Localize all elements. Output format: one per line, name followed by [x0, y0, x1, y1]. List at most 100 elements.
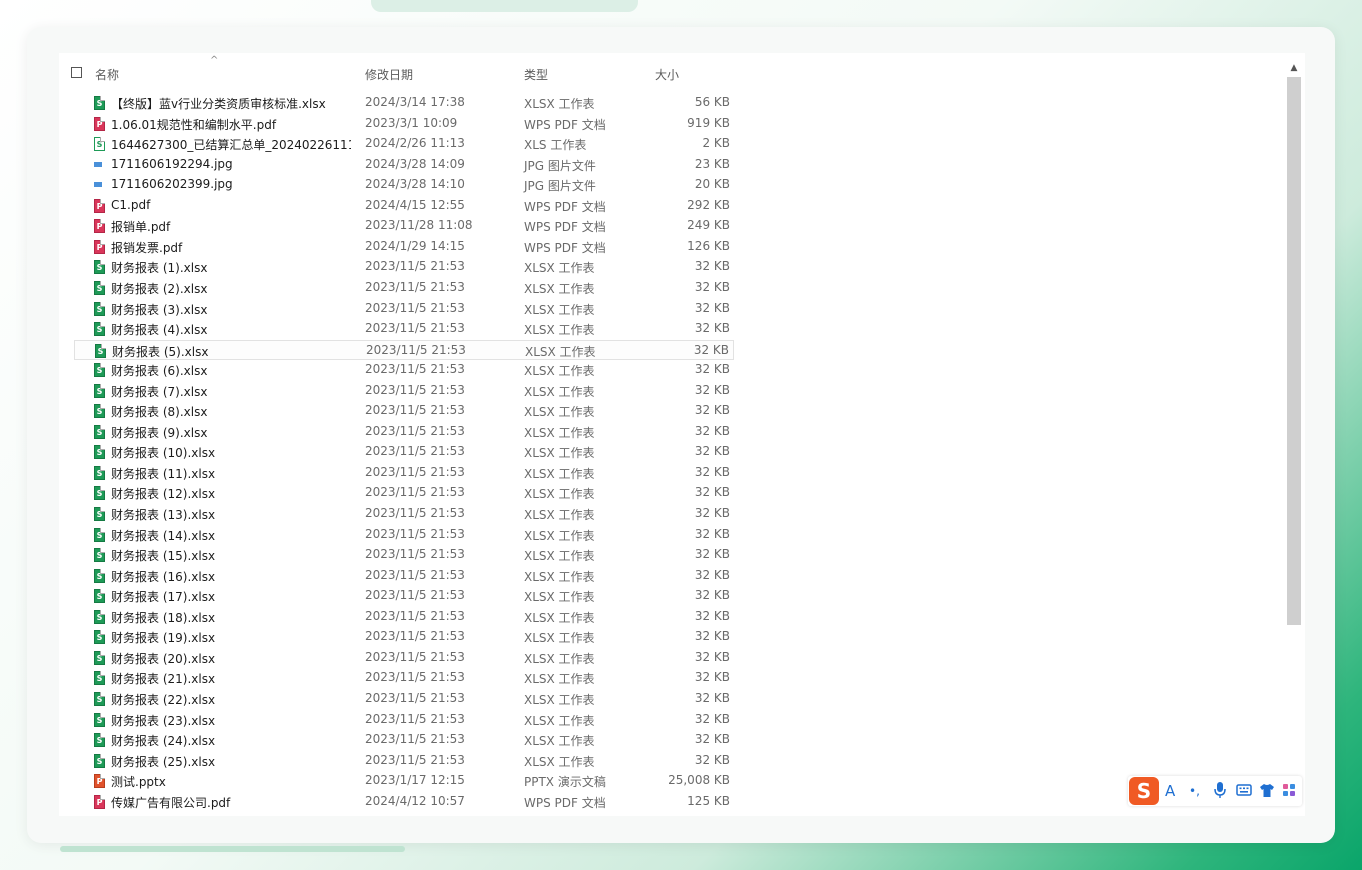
- file-row[interactable]: P C1.pdf 2024/4/15 12:55 WPS PDF 文档 292 KB: [74, 196, 734, 216]
- file-row[interactable]: 1711606202399.jpg 2024/3/28 14:10 JPG 图片文件…: [74, 175, 734, 195]
- microphone-icon[interactable]: [1214, 781, 1226, 804]
- file-name: 财务报表 (2).xlsx: [111, 281, 208, 296]
- file-date: 2023/11/5 21:53: [365, 732, 465, 747]
- file-size: 32 KB: [694, 732, 730, 747]
- column-header-size[interactable]: 大小: [655, 66, 679, 83]
- file-size: 32 KB: [694, 752, 730, 767]
- file-row[interactable]: S 财务报表 (16).xlsx 2023/11/5 21:53 XLSX 工作表 32…: [74, 566, 734, 586]
- column-header-type[interactable]: 类型: [524, 66, 548, 83]
- char-mode-toggle[interactable]: A: [1165, 781, 1175, 801]
- file-type: WPS PDF 文档: [524, 240, 606, 255]
- file-name: 财务报表 (24).xlsx: [111, 734, 216, 749]
- file-row[interactable]: S 财务报表 (22).xlsx 2023/11/5 21:53 XLSX 工作表 32…: [74, 689, 734, 709]
- file-size: 32 KB: [694, 485, 730, 500]
- file-row[interactable]: S 财务报表 (8).xlsx 2023/11/5 21:53 XLSX 工作表 32 …: [74, 401, 734, 421]
- file-icon-glyph: S: [96, 653, 103, 663]
- file-row[interactable]: S 财务报表 (4).xlsx 2023/11/5 21:53 XLSX 工作表 32 …: [74, 319, 734, 339]
- file-date: 2023/11/5 21:53: [365, 259, 465, 274]
- file-row[interactable]: S 财务报表 (2).xlsx 2023/11/5 21:53 XLSX 工作表 32 …: [74, 278, 734, 298]
- select-all-checkbox[interactable]: [71, 67, 82, 78]
- file-name: 财务报表 (3).xlsx: [111, 302, 208, 317]
- scrollbar-thumb[interactable]: [1287, 77, 1301, 625]
- file-size: 32 KB: [694, 567, 730, 582]
- punctuation-toggle[interactable]: •,: [1189, 781, 1200, 801]
- file-date: 2023/11/5 21:53: [365, 588, 465, 603]
- file-row[interactable]: S 财务报表 (25).xlsx 2023/11/5 21:53 XLSX 工作表 32…: [74, 751, 734, 771]
- file-row[interactable]: S 财务报表 (23).xlsx 2023/11/5 21:53 XLSX 工作表 32…: [74, 710, 734, 730]
- scroll-up-arrow-icon[interactable]: ▲: [1288, 61, 1300, 75]
- file-icon-glyph: S: [96, 283, 103, 293]
- file-size: 56 KB: [694, 95, 730, 109]
- file-row[interactable]: S 1644627300_已结算汇总单_20240226111... 2024/2/…: [74, 134, 734, 154]
- file-size: 32 KB: [694, 506, 730, 520]
- file-row[interactable]: S 财务报表 (7).xlsx 2023/11/5 21:53 XLSX 工作表 32 …: [74, 381, 734, 401]
- file-row[interactable]: S 财务报表 (10).xlsx 2023/11/5 21:53 XLSX 工作表 32…: [74, 442, 734, 462]
- grid-apps-icon[interactable]: [1282, 781, 1296, 804]
- file-row[interactable]: P 报销发票.pdf 2024/1/29 14:15 WPS PDF 文档 126 KB: [74, 237, 734, 257]
- file-size: 32 KB: [694, 464, 730, 479]
- file-row[interactable]: P 传媒广告有限公司.pdf 2024/4/12 10:57 WPS PDF 文档 12…: [74, 792, 734, 812]
- file-row[interactable]: S 财务报表 (11).xlsx 2023/11/5 21:53 XLSX 工作表 32…: [74, 463, 734, 483]
- file-name: 财务报表 (23).xlsx: [111, 713, 216, 728]
- xlsx-file-icon: S: [94, 404, 105, 419]
- file-row[interactable]: S 财务报表 (1).xlsx 2023/11/5 21:53 XLSX 工作表 32 …: [74, 257, 734, 277]
- file-row[interactable]: S 财务报表 (5).xlsx 2023/11/5 21:53 XLSX 工作表 32 …: [74, 339, 734, 360]
- file-date: 2023/11/5 21:53: [366, 342, 466, 357]
- xlsx-file-icon: S: [94, 465, 105, 480]
- file-icon-glyph: S: [96, 489, 103, 499]
- file-type: XLSX 工作表: [524, 97, 595, 111]
- file-size: 32 KB: [694, 608, 730, 623]
- file-size: 2 KB: [702, 136, 730, 151]
- file-row[interactable]: S 财务报表 (3).xlsx 2023/11/5 21:53 XLSX 工作表 32 …: [74, 299, 734, 319]
- file-date: 2023/11/5 21:53: [365, 752, 465, 767]
- file-type: JPG 图片文件: [524, 179, 596, 194]
- file-type: XLSX 工作表: [524, 734, 595, 749]
- file-date: 2023/11/5 21:53: [365, 403, 465, 418]
- file-type: XLSX 工作表: [524, 651, 595, 666]
- file-name: 财务报表 (10).xlsx: [111, 446, 216, 461]
- file-icon-glyph: S: [96, 612, 103, 622]
- file-row[interactable]: S 财务报表 (21).xlsx 2023/11/5 21:53 XLSX 工作表 32…: [74, 668, 734, 688]
- file-row[interactable]: S 财务报表 (13).xlsx 2023/11/5 21:53 XLSX 工作表 32…: [74, 504, 734, 524]
- keyboard-icon[interactable]: [1236, 781, 1252, 804]
- sogou-logo-icon[interactable]: S: [1129, 777, 1159, 805]
- file-name: 【终版】蓝v行业分类资质审核标准.xlsx: [111, 97, 326, 111]
- tshirt-icon[interactable]: [1259, 781, 1275, 804]
- xlsx-file-icon: S: [94, 630, 105, 645]
- file-name: 财务报表 (22).xlsx: [111, 692, 216, 707]
- column-header-date[interactable]: 修改日期: [365, 66, 413, 83]
- xlsx-file-icon: S: [94, 671, 105, 686]
- file-row[interactable]: S 财务报表 (14).xlsx 2023/11/5 21:53 XLSX 工作表 32…: [74, 525, 734, 545]
- file-row[interactable]: S 财务报表 (17).xlsx 2023/11/5 21:53 XLSX 工作表 32…: [74, 586, 734, 606]
- file-row[interactable]: S 财务报表 (19).xlsx 2023/11/5 21:53 XLSX 工作表 32…: [74, 627, 734, 647]
- file-row[interactable]: S 财务报表 (24).xlsx 2023/11/5 21:53 XLSX 工作表 32…: [74, 730, 734, 750]
- vertical-scrollbar[interactable]: ▲: [1286, 61, 1301, 816]
- file-row[interactable]: P 测试.pptx 2023/1/17 12:15 PPTX 演示文稿 25,008 K…: [74, 771, 734, 791]
- file-list-pane: 名称 ^ 修改日期 类型 大小 S 【终版】蓝v行业分类资质审核标准.xlsx 20…: [59, 53, 1305, 816]
- file-date: 2024/2/26 11:13: [365, 136, 465, 151]
- file-row[interactable]: 1711606192294.jpg 2024/3/28 14:09 JPG 图片文件…: [74, 155, 734, 175]
- file-row[interactable]: S 【终版】蓝v行业分类资质审核标准.xlsx 2024/3/14 17:38 XLS…: [74, 93, 734, 113]
- file-name: 财务报表 (8).xlsx: [111, 405, 208, 420]
- file-date: 2023/11/5 21:53: [365, 279, 465, 294]
- file-size: 32 KB: [694, 382, 730, 397]
- file-size: 32 KB: [694, 547, 730, 562]
- file-name: 测试.pptx: [111, 775, 166, 790]
- file-row[interactable]: P 1.06.01规范性和编制水平.pdf 2023/3/1 10:09 WPS PD…: [74, 114, 734, 134]
- file-size: 25,008 KB: [668, 773, 730, 788]
- file-size: 126 KB: [687, 238, 730, 253]
- file-icon-glyph: S: [96, 304, 103, 314]
- file-row[interactable]: P 报销单.pdf 2023/11/28 11:08 WPS PDF 文档 249 KB: [74, 216, 734, 236]
- file-name: 财务报表 (7).xlsx: [111, 384, 208, 399]
- file-row[interactable]: S 财务报表 (6).xlsx 2023/11/5 21:53 XLSX 工作表 32 …: [74, 360, 734, 380]
- column-header-name[interactable]: 名称: [95, 66, 119, 83]
- file-row[interactable]: S 财务报表 (12).xlsx 2023/11/5 21:53 XLSX 工作表 32…: [74, 483, 734, 503]
- file-row[interactable]: S 财务报表 (9).xlsx 2023/11/5 21:53 XLSX 工作表 32 …: [74, 422, 734, 442]
- horizontal-scrollbar-thumb[interactable]: [60, 846, 405, 852]
- file-icon-glyph: P: [96, 797, 103, 807]
- file-row[interactable]: S 财务报表 (20).xlsx 2023/11/5 21:53 XLSX 工作表 32…: [74, 648, 734, 668]
- file-row[interactable]: S 财务报表 (18).xlsx 2023/11/5 21:53 XLSX 工作表 32…: [74, 607, 734, 627]
- file-type: XLSX 工作表: [524, 261, 595, 276]
- file-row[interactable]: S 财务报表 (15).xlsx 2023/11/5 21:53 XLSX 工作表 32…: [74, 545, 734, 565]
- file-icon-glyph: P: [96, 201, 103, 211]
